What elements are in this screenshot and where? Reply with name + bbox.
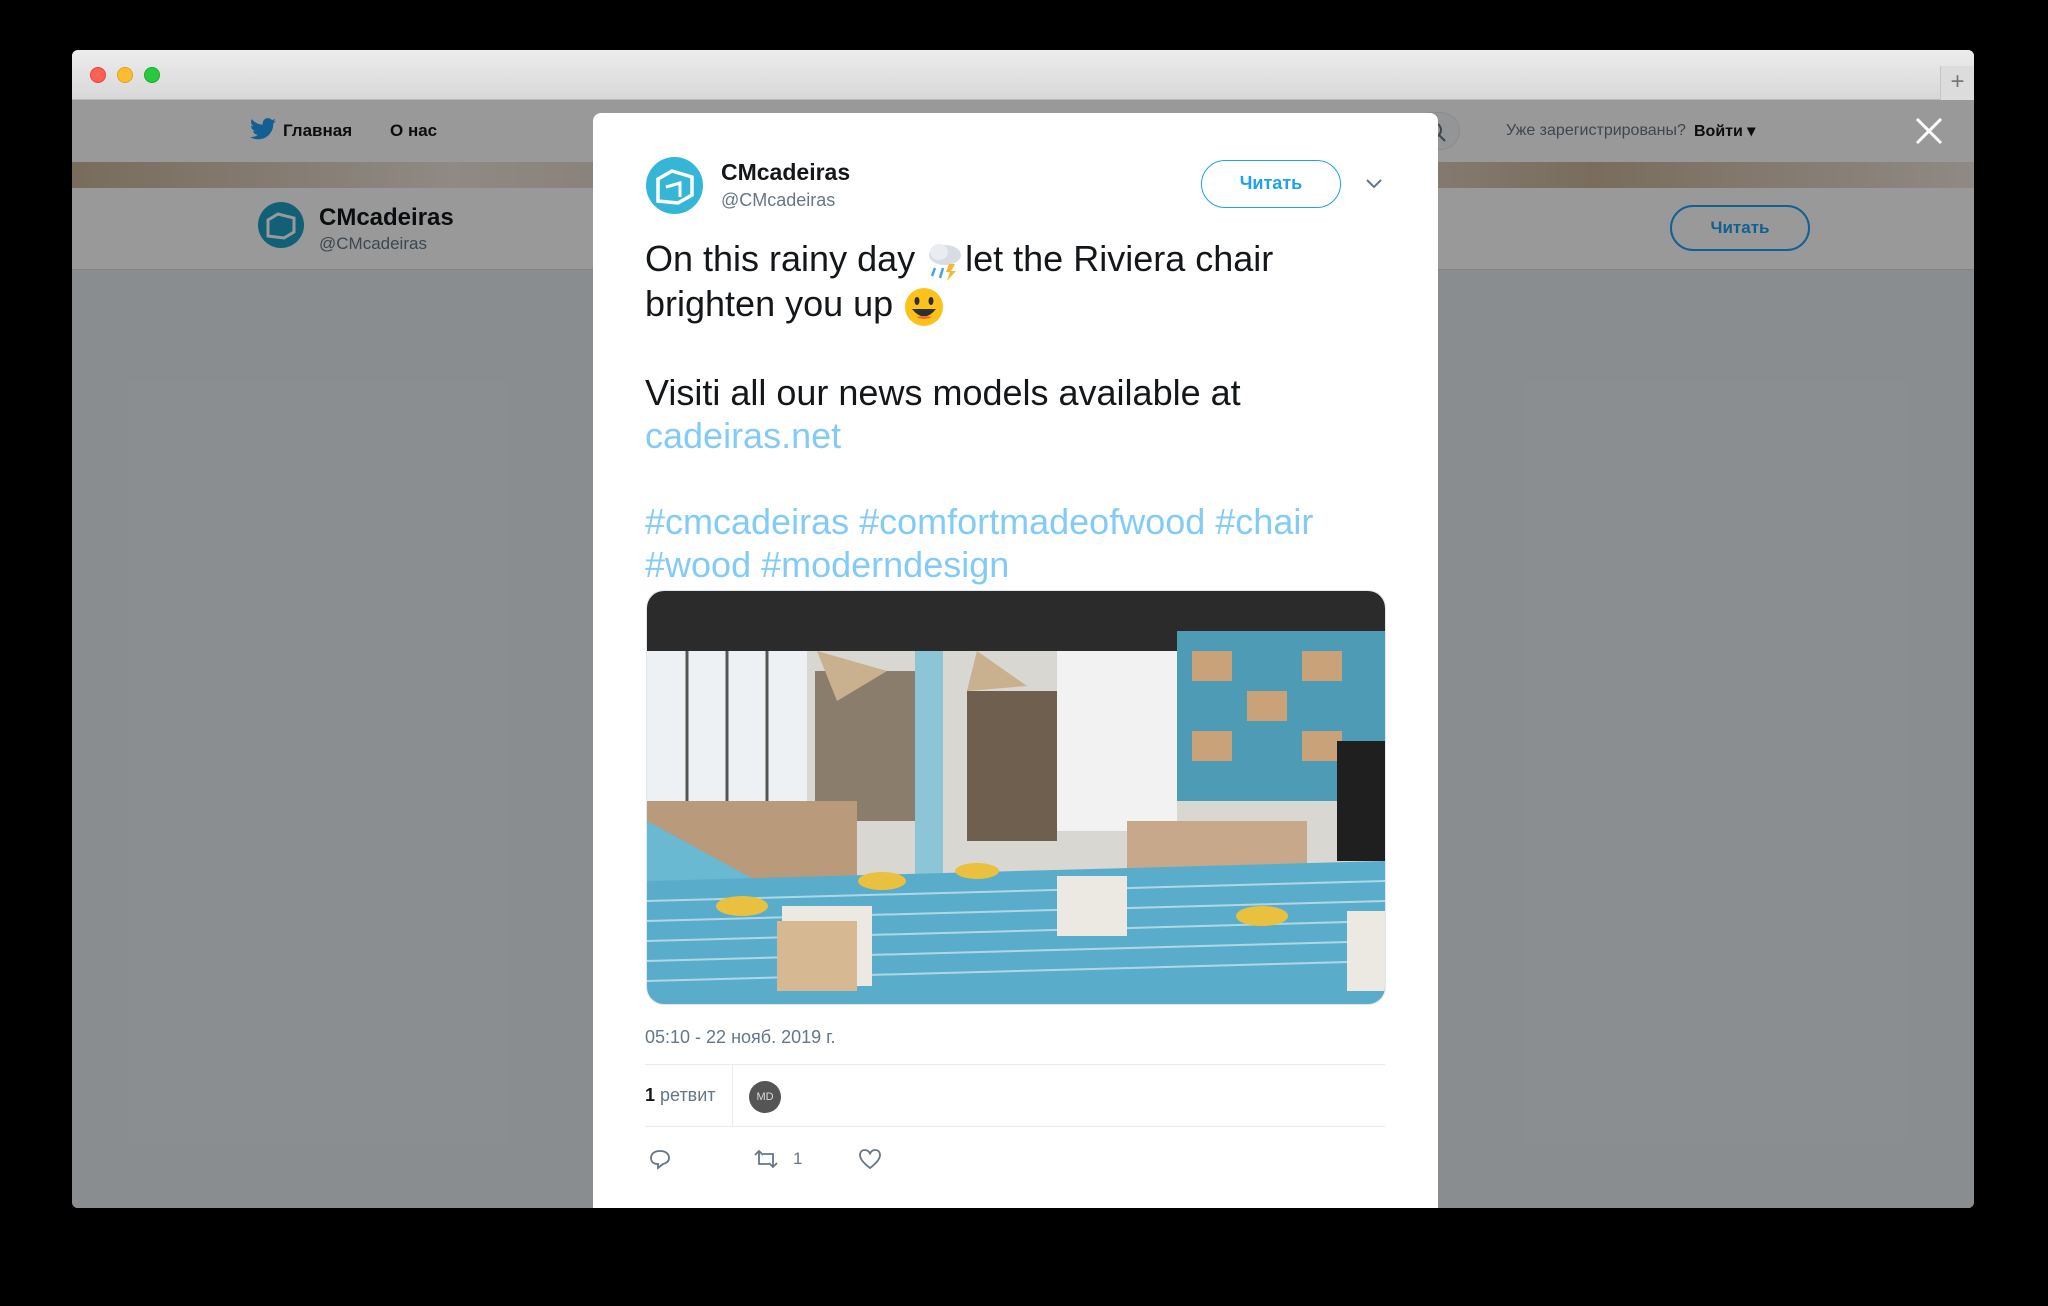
stats-divider xyxy=(732,1065,733,1126)
tweet-timestamp[interactable]: 05:10 - 22 нояб. 2019 г. xyxy=(645,1027,836,1048)
title-bar: + xyxy=(72,50,1974,100)
tweet-hashtags-1[interactable]: #cmcadeiras #comfortmadeofwood #chair xyxy=(645,500,1385,543)
author-handle[interactable]: @CMcadeiras xyxy=(721,190,835,211)
close-icon[interactable] xyxy=(1912,114,1946,148)
like-icon xyxy=(859,1149,881,1170)
retweet-label: ретвит xyxy=(655,1085,716,1105)
retweet-action-count: 1 xyxy=(793,1149,803,1168)
reply-button[interactable] xyxy=(649,1146,671,1172)
follow-button[interactable]: Читать xyxy=(1201,160,1341,208)
minimize-window-button[interactable] xyxy=(117,67,133,83)
close-window-button[interactable] xyxy=(90,67,106,83)
tweet-line-3: Visiti all our news models available at xyxy=(645,371,1241,413)
author-name[interactable]: CMcadeiras xyxy=(721,159,850,186)
zoom-window-button[interactable] xyxy=(144,67,160,83)
retweet-icon xyxy=(754,1149,778,1169)
tweet-media-image[interactable] xyxy=(646,590,1386,1005)
divider xyxy=(645,1126,1385,1127)
reply-icon xyxy=(650,1150,670,1170)
tweet-line-2: brighten you up xyxy=(645,283,904,325)
tweet-line-1b: let the Riviera chair xyxy=(965,238,1274,279)
tweet-modal: CMcadeiras @CMcadeiras Читать On this ra… xyxy=(593,113,1438,1208)
like-button[interactable] xyxy=(858,1146,882,1172)
retweet-button[interactable]: 1 xyxy=(753,1146,802,1172)
retweet-count: 1 xyxy=(645,1085,656,1105)
retweeter-avatar[interactable]: MD xyxy=(749,1081,781,1113)
rain-cloud-emoji-icon xyxy=(929,244,962,282)
tweet-link[interactable]: cadeiras.net xyxy=(645,414,1385,457)
divider xyxy=(645,1064,1385,1065)
tweet-text: On this rainy day let the Riviera chair … xyxy=(645,237,1385,586)
author-avatar[interactable] xyxy=(646,157,703,214)
tweet-line-1: On this rainy day xyxy=(645,238,926,279)
new-tab-button[interactable]: + xyxy=(1940,66,1974,100)
retweet-stats[interactable]: 1 ретвит xyxy=(645,1085,716,1106)
caret-down-icon[interactable] xyxy=(1363,173,1385,195)
tweet-hashtags-2[interactable]: #wood #moderndesign xyxy=(645,543,1385,586)
smiley-emoji-icon xyxy=(905,287,944,326)
